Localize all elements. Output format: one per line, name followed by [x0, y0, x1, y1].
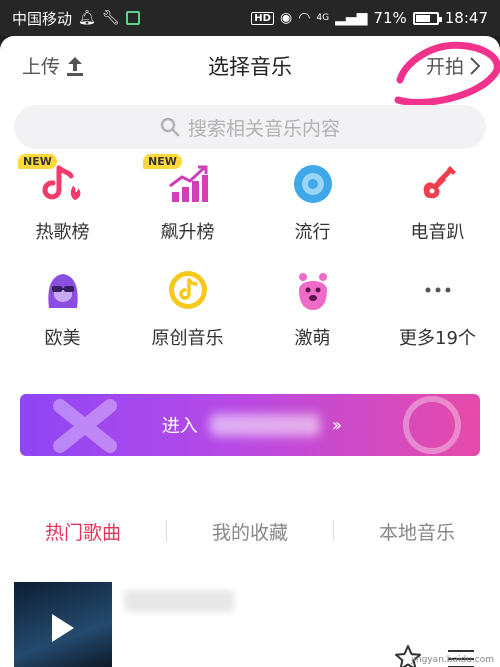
avatar-sunglasses-icon	[47, 274, 78, 308]
category-edm[interactable]: 电音趴	[375, 160, 500, 244]
double-chevron-icon: ››	[331, 414, 343, 436]
header: 上传 选择音乐 开拍	[0, 36, 500, 106]
watermark: jingyan.baidu.com	[410, 655, 494, 665]
wrench-icon: 🔧︎	[101, 10, 120, 26]
tiktok-note-icon	[168, 271, 207, 309]
song-cover	[14, 582, 112, 667]
eye-icon: ◉	[279, 10, 293, 26]
play-icon	[52, 614, 74, 642]
disc-icon	[293, 165, 332, 203]
category-rising-chart[interactable]: NEW 飙升榜	[125, 154, 250, 244]
new-badge: NEW	[18, 154, 57, 169]
category-original[interactable]: 原创音乐	[125, 266, 250, 350]
start-label: 开拍	[425, 56, 464, 78]
category-label: 欧美	[44, 328, 81, 349]
category-label: 激萌	[294, 328, 331, 349]
new-badge: NEW	[143, 154, 182, 169]
network-type: 4G	[316, 13, 330, 23]
upload-label: 上传	[22, 56, 61, 78]
cute-creature-icon	[298, 273, 327, 310]
upload-button[interactable]: 上传	[22, 52, 84, 79]
enter-banner-button[interactable]: 进入 ››	[20, 394, 480, 456]
status-right: HD ◉ ◠ 4G ▂▄▆ 71% 18:47	[251, 9, 488, 27]
start-shooting-button[interactable]: 开拍	[426, 52, 480, 79]
song-list-item[interactable]	[0, 580, 500, 667]
status-left: 中国移动 🔔︎ 🔧︎	[12, 8, 140, 29]
category-western[interactable]: 欧美	[0, 266, 125, 350]
upload-icon	[67, 56, 84, 76]
banner-cross-decoration	[53, 399, 117, 453]
search-placeholder: 搜索相关音乐内容	[187, 117, 340, 140]
status-bar: 中国移动 🔔︎ 🔧︎ HD ◉ ◠ 4G ▂▄▆ 71% 18:47	[0, 0, 500, 36]
wifi-icon: ◠	[298, 10, 311, 26]
category-label: 流行	[294, 222, 331, 243]
signal-icon: ▂▄▆	[335, 10, 368, 26]
category-label: 电音趴	[410, 222, 465, 243]
category-label: 热歌榜	[35, 222, 90, 243]
category-cute[interactable]: 激萌	[250, 266, 375, 350]
category-pop[interactable]: 流行	[250, 160, 375, 244]
hd-badge: HD	[251, 11, 274, 25]
tab-local-music[interactable]: 本地音乐	[334, 518, 500, 545]
sim-icon	[125, 11, 140, 25]
redacted-song-title	[124, 590, 234, 612]
tab-hot-songs[interactable]: 热门歌曲	[0, 518, 166, 545]
category-label: 原创音乐	[151, 328, 224, 349]
search-bar[interactable]: 搜索相关音乐内容	[14, 105, 486, 149]
chevron-right-icon	[470, 56, 480, 75]
carrier-label: 中国移动	[12, 9, 73, 28]
battery-fill	[415, 14, 430, 22]
battery-percent: 71%	[373, 9, 407, 27]
bell-icon: 🔔︎	[78, 10, 96, 26]
banner-circle-decoration	[403, 396, 461, 454]
music-picker-sheet: 上传 选择音乐 开拍 搜索相关音乐内容 NEW 热歌榜 NEW 飙升榜 流行 电…	[0, 36, 500, 667]
category-hot-chart[interactable]: NEW 热歌榜	[0, 154, 125, 244]
tab-my-favorites[interactable]: 我的收藏	[167, 518, 333, 545]
battery-icon	[412, 11, 442, 25]
tab-bar: 热门歌曲 我的收藏 本地音乐	[0, 506, 500, 556]
redacted-text	[209, 414, 320, 436]
more-dots-icon	[425, 287, 450, 293]
guitar-icon	[423, 166, 456, 199]
category-more[interactable]: 更多19个	[375, 266, 500, 350]
category-label: 更多19个	[399, 328, 476, 349]
banner-label: 进入	[161, 416, 198, 437]
category-grid: NEW 热歌榜 NEW 飙升榜 流行 电音趴 欧美 原创音乐 激萌 更多19个	[0, 154, 500, 350]
page-title: 选择音乐	[208, 55, 292, 79]
category-label: 飙升榜	[160, 222, 215, 243]
clock: 18:47	[444, 9, 488, 27]
search-icon	[160, 117, 180, 137]
